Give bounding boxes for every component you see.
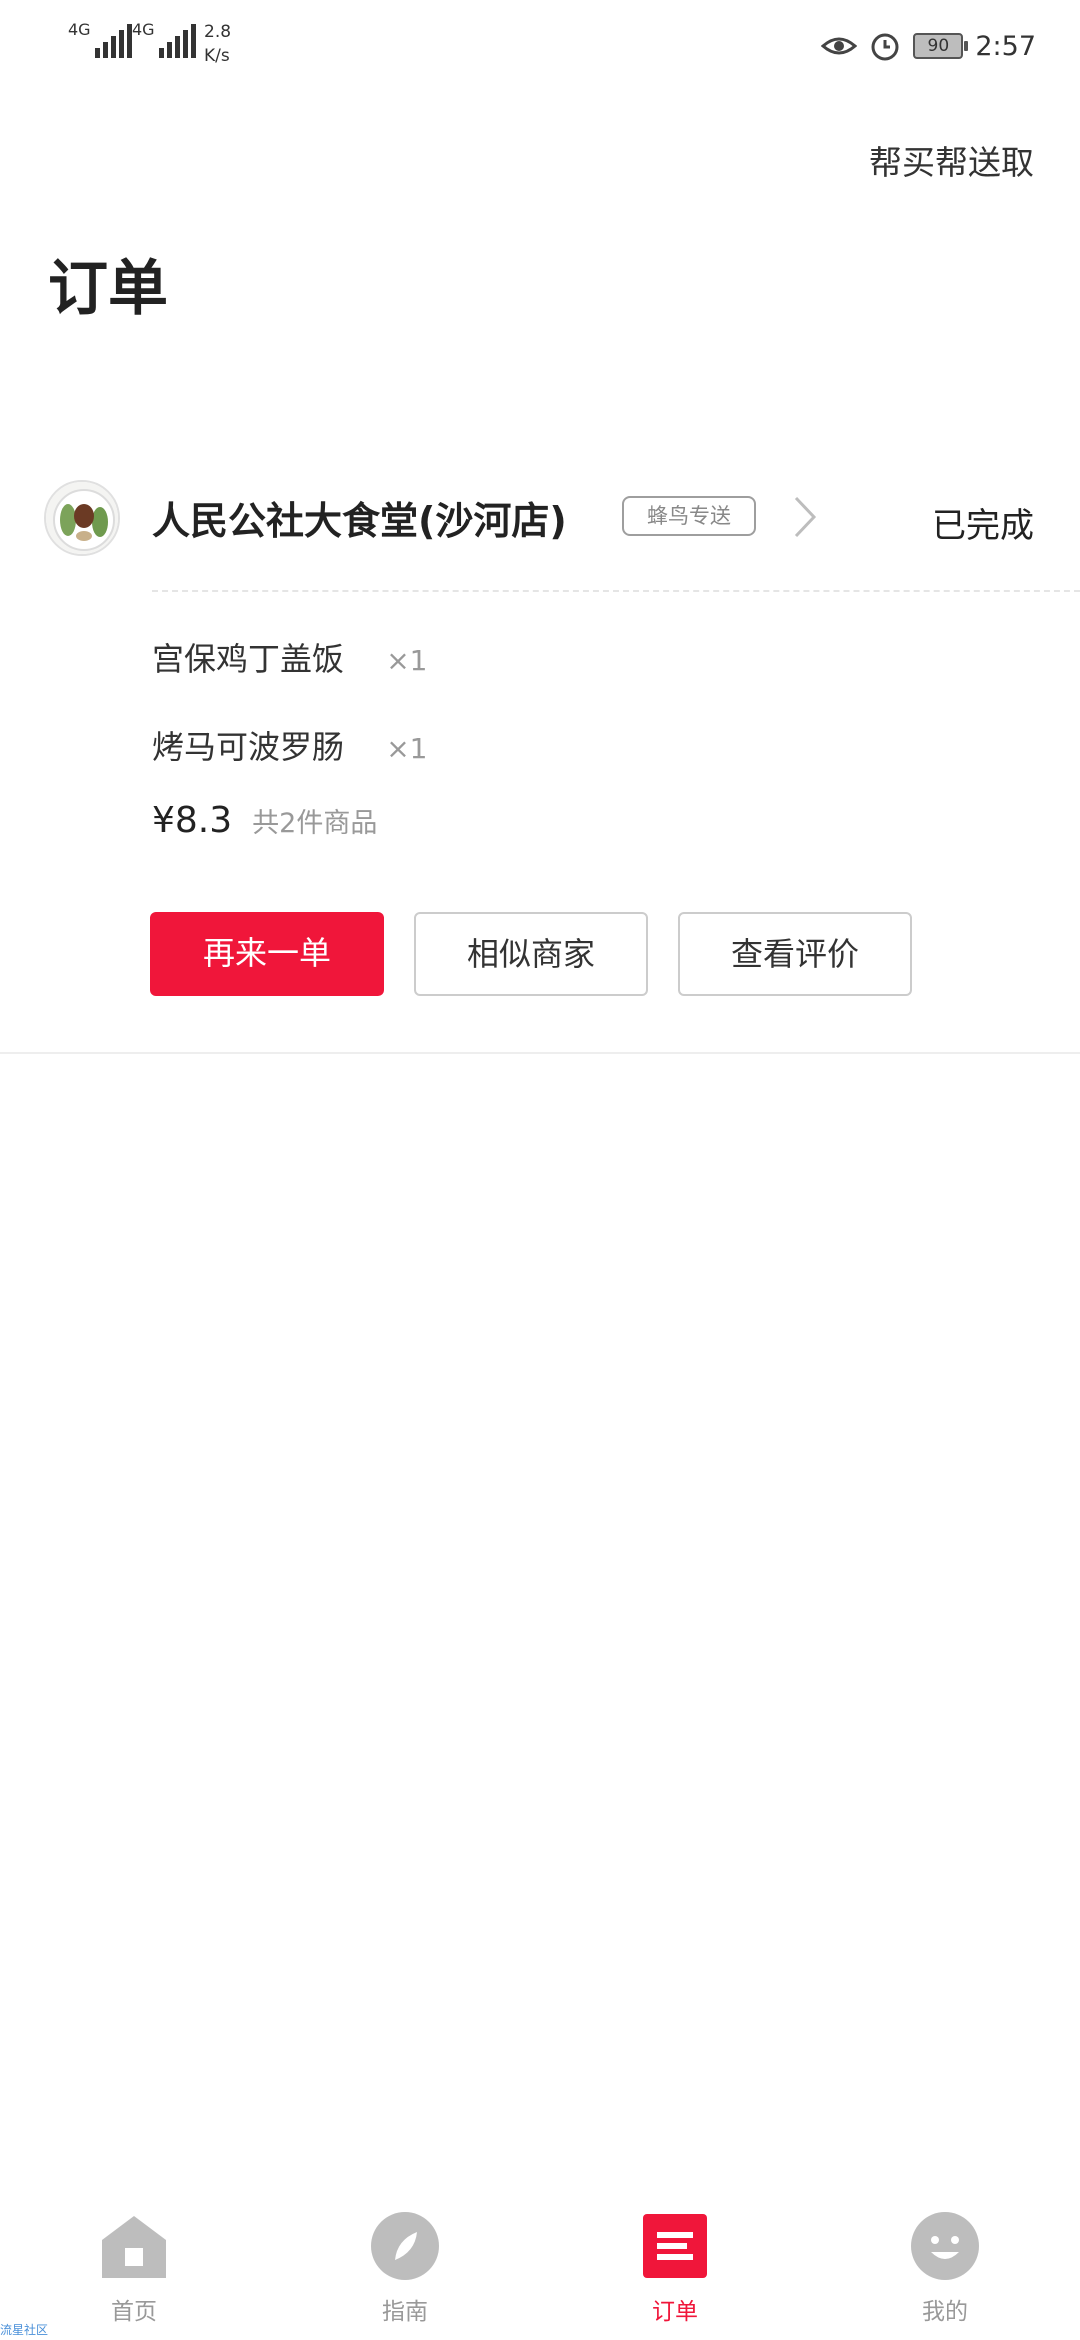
list-item: 宫保鸡丁盖饭 ×1 xyxy=(152,634,427,680)
signal-bars-icon xyxy=(158,22,196,58)
nav-label: 首页 xyxy=(111,2299,157,2325)
view-review-button[interactable]: 查看评价 xyxy=(678,912,912,996)
eye-comfort-icon xyxy=(821,37,858,55)
divider xyxy=(152,590,1080,592)
delivery-badge: 蜂鸟专送 xyxy=(622,496,756,536)
net-speed-value: 2.8 xyxy=(204,22,232,42)
nav-label: 订单 xyxy=(652,2299,698,2325)
item-count: 共2件商品 xyxy=(252,808,378,839)
bottom-nav: 首页 指南 订单 我的 xyxy=(0,2190,1080,2340)
store-name[interactable]: 人民公社大食堂(沙河店) xyxy=(152,490,567,545)
item-name: 烤马可波罗肠 xyxy=(152,728,345,766)
nav-label: 我的 xyxy=(922,2299,968,2325)
net-speed-unit: K/s xyxy=(204,46,230,66)
home-icon xyxy=(102,2216,166,2278)
item-quantity: ×1 xyxy=(386,732,428,765)
nav-item-home[interactable]: 首页 xyxy=(64,2210,204,2326)
watermark: 流星社区 xyxy=(0,2323,49,2337)
list-item: 烤马可波罗肠 ×1 xyxy=(152,722,427,768)
divider xyxy=(0,1052,1080,1054)
compass-icon xyxy=(371,2212,439,2280)
clock: 2:57 xyxy=(975,30,1036,62)
network-speed: 2.8 K/s xyxy=(204,20,231,68)
sim1-label: 4G xyxy=(68,20,91,39)
food-plate-icon xyxy=(46,482,118,554)
store-avatar[interactable] xyxy=(44,480,120,556)
battery-icon: 90 xyxy=(913,33,969,59)
sim2-label: 4G xyxy=(132,20,155,39)
item-quantity: ×1 xyxy=(386,644,428,677)
chevron-right-icon[interactable] xyxy=(790,494,820,540)
signal-sim1: 4G xyxy=(68,22,132,58)
nav-item-profile[interactable]: 我的 xyxy=(875,2210,1015,2326)
signal-sim2: 4G xyxy=(132,22,196,58)
total-price: ¥8.3 xyxy=(152,800,233,841)
similar-stores-button[interactable]: 相似商家 xyxy=(414,912,648,996)
nav-item-guide[interactable]: 指南 xyxy=(335,2210,475,2326)
signal-bars-icon xyxy=(94,22,132,58)
order-icon xyxy=(643,2214,707,2278)
status-icons: 90 2:57 xyxy=(821,26,1036,66)
errand-service-link[interactable]: 帮买帮送取 xyxy=(869,136,1034,184)
price-line: ¥8.3 共2件商品 xyxy=(152,800,377,841)
status-bar: 4G 4G 2.8 K/s 90 2:57 xyxy=(0,0,1080,90)
smiley-icon xyxy=(911,2212,979,2280)
alarm-icon xyxy=(871,33,899,61)
nav-item-orders[interactable]: 订单 xyxy=(605,2210,745,2326)
order-card[interactable]: 人民公社大食堂(沙河店) 蜂鸟专送 已完成 宫保鸡丁盖饭 ×1 烤马可波罗肠 ×… xyxy=(0,470,1080,1054)
reorder-button[interactable]: 再来一单 xyxy=(150,912,384,996)
nav-label: 指南 xyxy=(382,2299,428,2325)
page-title: 订单 xyxy=(48,254,168,324)
order-status: 已完成 xyxy=(932,506,1034,546)
item-name: 宫保鸡丁盖饭 xyxy=(152,640,345,678)
